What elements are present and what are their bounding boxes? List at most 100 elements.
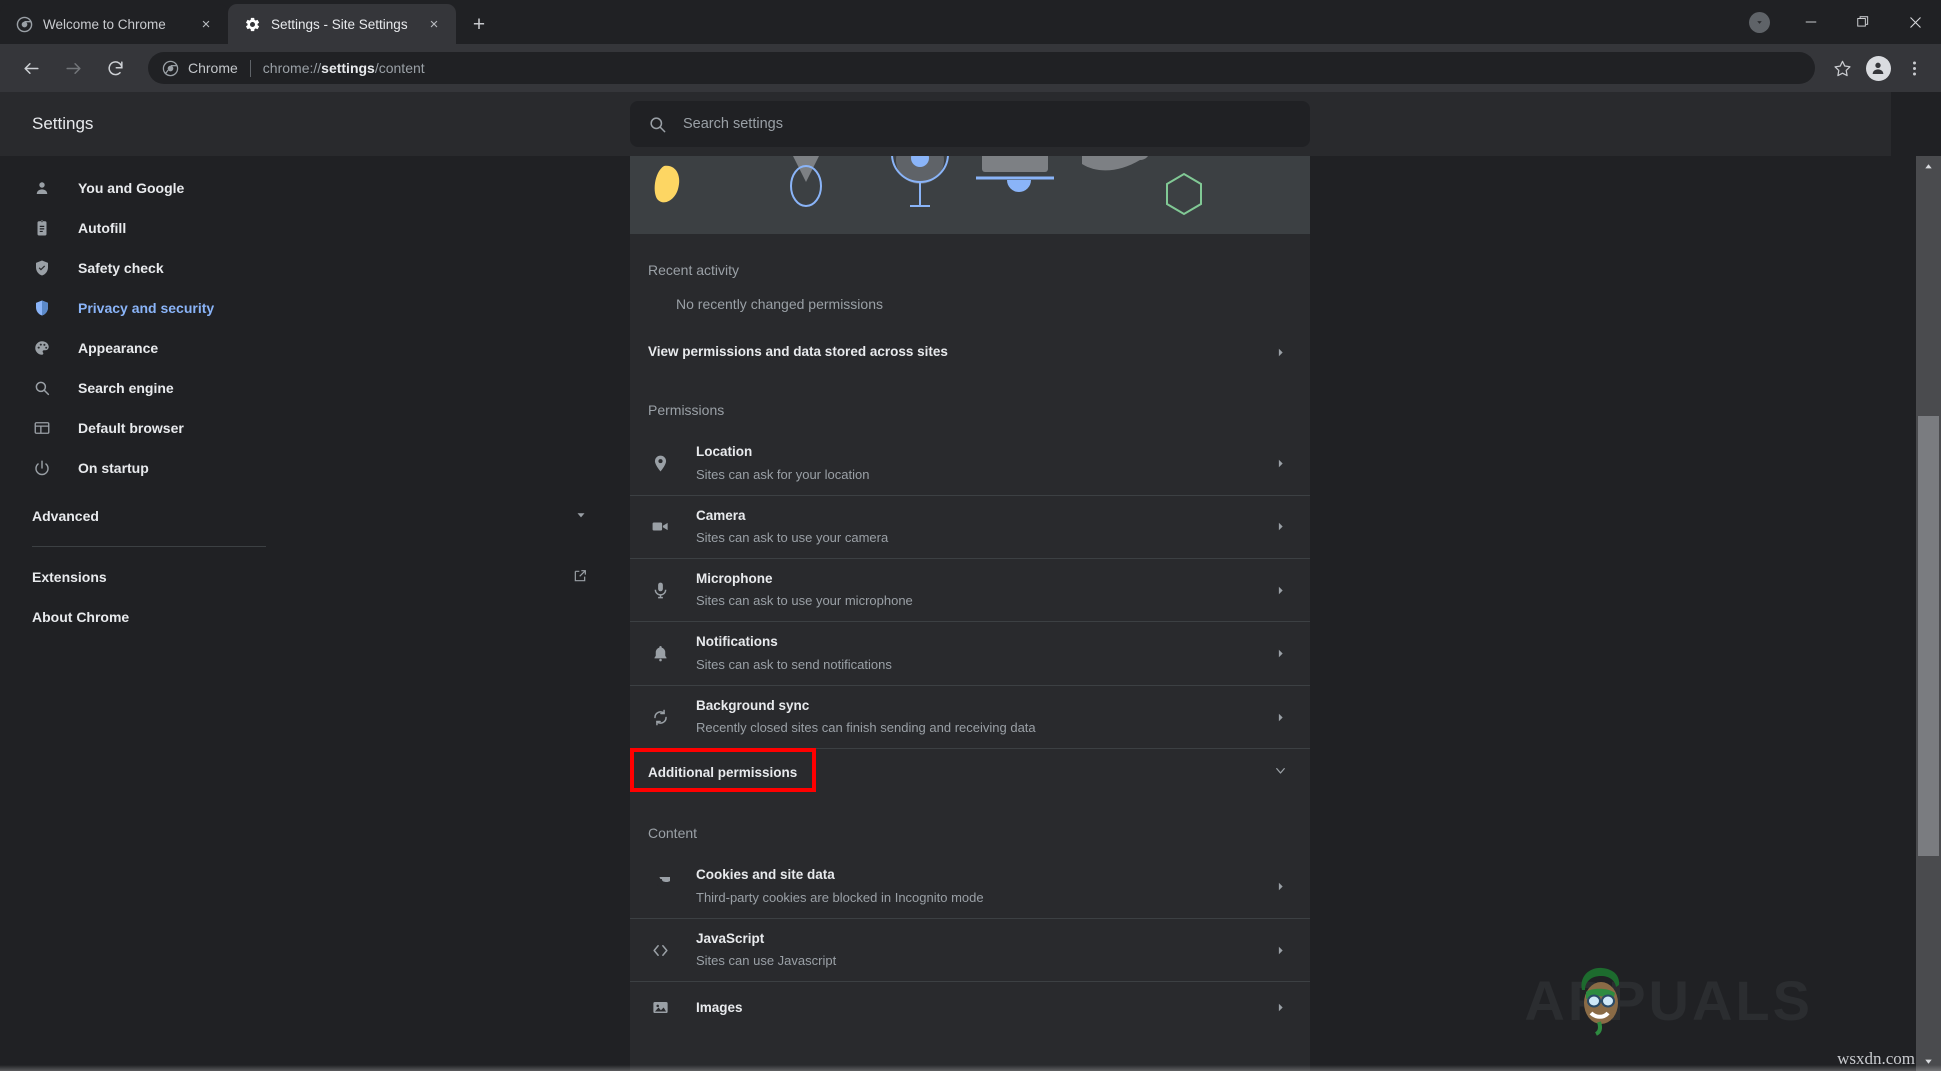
sidebar-item-about-chrome[interactable]: About Chrome [0,597,630,637]
content-row-cookies-and-site-data[interactable]: Cookies and site data Third-party cookie… [630,855,1310,917]
sidebar-item-label: Default browser [78,420,184,436]
url-bold-segment: settings [321,60,375,76]
sidebar-item-safety-check[interactable]: Safety check [0,248,630,288]
window-controls [1733,0,1941,44]
back-arrow-icon[interactable] [13,50,49,86]
sidebar-item-label: Autofill [78,220,126,236]
permission-row-background-sync[interactable]: Background sync Recently closed sites ca… [630,685,1310,748]
additional-permissions-label: Additional permissions [648,763,797,783]
page-title: Settings [0,114,630,134]
chevron-right-icon [1272,944,1288,957]
sidebar-item-label: Search engine [78,380,174,396]
star-icon[interactable] [1825,51,1859,85]
forward-arrow-icon[interactable] [55,50,91,86]
tab-close-icon[interactable]: × [196,14,216,34]
sidebar-item-on-startup[interactable]: On startup [0,448,630,488]
download-indicator-icon[interactable] [1733,0,1785,44]
chevron-right-icon [1272,711,1288,724]
search-placeholder: Search settings [683,116,783,132]
settings-header: Settings Search settings [0,92,1891,156]
sidebar-item-autofill[interactable]: Autofill [0,208,630,248]
view-permissions-label: View permissions and data stored across … [648,342,1272,362]
permission-title: Location [696,442,1272,462]
sidebar-item-you-and-google[interactable]: You and Google [0,168,630,208]
sidebar-spacer [0,488,630,496]
recent-activity-heading: Recent activity [630,234,1310,292]
chrome-chip-label: Chrome [188,60,238,76]
maximize-button[interactable] [1837,0,1889,44]
chevron-right-icon [1272,346,1288,359]
url-prefix: chrome:// [263,60,321,76]
permission-subtitle: Recently closed sites can finish sending… [696,718,1272,738]
scroll-down-arrow-icon[interactable] [1916,1051,1941,1071]
permission-subtitle: Sites can ask to send notifications [696,655,1272,675]
clipboard-icon [32,218,52,238]
location-pin-icon [648,451,672,475]
bell-icon [648,642,672,666]
avatar[interactable] [1861,51,1895,85]
permission-row-location[interactable]: Location Sites can ask for your location [630,432,1310,494]
site-identity-chip: Chrome [162,60,238,77]
shield-icon [32,298,52,318]
scrollbar-thumb[interactable] [1918,416,1939,856]
browser-window-icon [32,418,52,438]
url-suffix: /content [375,60,425,76]
permission-row-camera[interactable]: Camera Sites can ask to use your camera [630,495,1310,558]
permission-row-notifications[interactable]: Notifications Sites can ask to send noti… [630,621,1310,684]
additional-permissions-toggle[interactable]: Additional permissions [630,748,1310,797]
view-permissions-link[interactable]: View permissions and data stored across … [630,330,1310,374]
toolbar-right-actions [1825,51,1931,85]
minimize-button[interactable] [1785,0,1837,44]
sidebar-item-appearance[interactable]: Appearance [0,328,630,368]
vertical-scrollbar[interactable] [1916,156,1941,1071]
new-tab-button[interactable]: + [462,7,496,41]
permission-subtitle: Sites can ask to use your microphone [696,591,1272,611]
reload-icon[interactable] [97,50,133,86]
tab-welcome-to-chrome[interactable]: Welcome to Chrome × [0,4,228,44]
content-row-images[interactable]: Images [630,981,1310,1033]
permission-title: Background sync [696,696,1272,716]
sidebar-item-privacy-and-security[interactable]: Privacy and security [0,288,630,328]
chevron-right-icon [1272,1001,1288,1014]
content-title: Cookies and site data [696,865,1272,885]
sidebar-item-default-browser[interactable]: Default browser [0,408,630,448]
sidebar-item-search-engine[interactable]: Search engine [0,368,630,408]
chevron-down-icon [574,508,588,525]
permission-row-microphone[interactable]: Microphone Sites can ask to use your mic… [630,558,1310,621]
chevron-right-icon [1272,520,1288,533]
image-icon [648,996,672,1020]
tab-strip: Welcome to Chrome × Settings - Site Sett… [0,0,1941,44]
search-settings-input[interactable]: Search settings [630,101,1310,147]
code-brackets-icon [648,938,672,962]
appuals-mascot-icon [1560,962,1638,1043]
settings-main-content: Recent activity No recently changed perm… [630,156,1891,1071]
sidebar-item-advanced[interactable]: Advanced [0,496,630,536]
chevron-right-icon [1272,584,1288,597]
sidebar-advanced-label: Advanced [32,508,99,524]
close-button[interactable] [1889,0,1941,44]
tab-settings-site-settings[interactable]: Settings - Site Settings × [228,4,456,44]
content-heading: Content [630,797,1310,855]
content-row-javascript[interactable]: JavaScript Sites can use Javascript [630,918,1310,981]
tab-close-icon[interactable]: × [424,14,444,34]
browser-toolbar: Chrome chrome://settings/content [0,44,1941,92]
sidebar-item-label: Safety check [78,260,164,276]
permission-subtitle: Sites can ask for your location [696,465,1272,485]
sidebar-item-label: Privacy and security [78,300,214,316]
site-settings-card: Recent activity No recently changed perm… [630,156,1310,1071]
video-camera-icon [648,515,672,539]
chevron-right-icon [1272,647,1288,660]
sidebar-item-extensions[interactable]: Extensions [0,557,630,597]
search-icon [648,115,667,134]
sidebar-item-label: About Chrome [32,609,129,625]
recent-activity-empty-text: No recently changed permissions [630,292,1310,330]
three-dot-menu-icon[interactable] [1897,51,1931,85]
sidebar-item-label: Extensions [32,569,107,585]
chrome-logo-icon [162,60,179,77]
address-bar[interactable]: Chrome chrome://settings/content [148,52,1815,84]
sidebar-item-label: Appearance [78,340,158,356]
content-title: JavaScript [696,929,1272,949]
tab-title: Settings - Site Settings [271,17,414,32]
person-icon [32,178,52,198]
scroll-up-arrow-icon[interactable] [1916,156,1941,176]
